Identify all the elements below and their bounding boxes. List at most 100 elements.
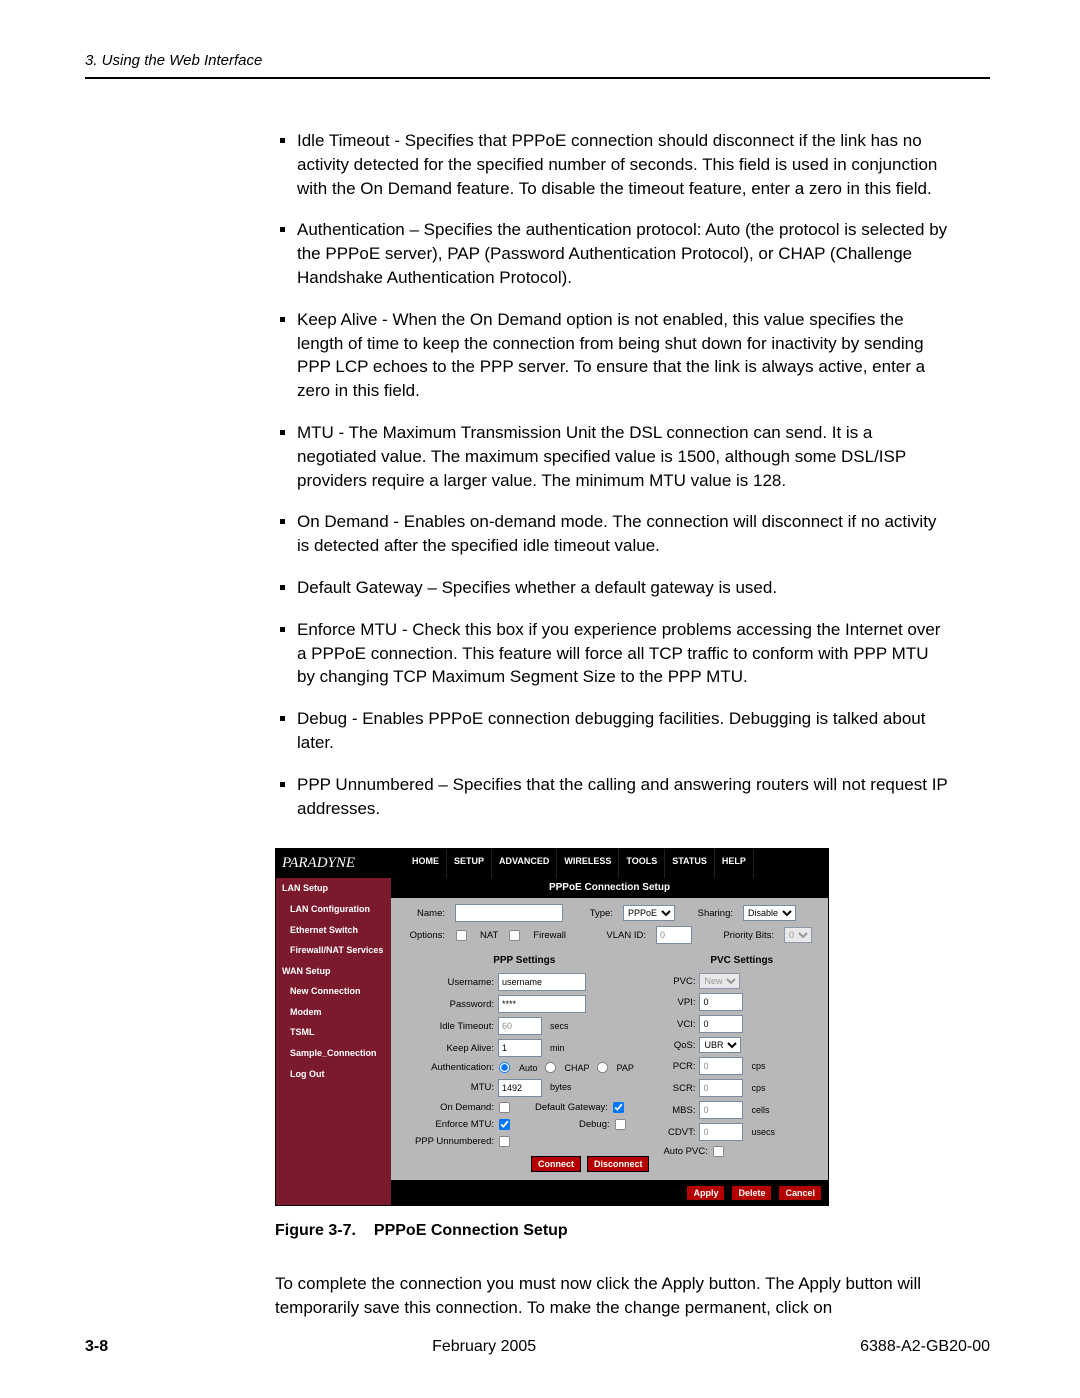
list-item: Enforce MTU - Check this box if you expe… [297,618,950,689]
figure-number: Figure 3-7. [275,1222,356,1239]
mtu-label: MTU: [399,1081,494,1094]
autopvc-checkbox[interactable] [713,1146,724,1157]
sharing-label: Sharing: [685,907,733,920]
sidebar-item-firewall-nat[interactable]: Firewall/NAT Services [276,940,391,961]
ppp-unnumbered-checkbox[interactable] [499,1136,510,1147]
mbs-label: MBS: [663,1104,695,1117]
mtu-input[interactable] [498,1079,542,1097]
qos-select[interactable]: UBR [699,1037,741,1053]
vlan-label: VLAN ID: [596,929,646,942]
figure-title: PPPoE Connection Setup [374,1222,568,1239]
sidebar-head-wan: WAN Setup [276,961,391,982]
enforce-mtu-checkbox[interactable] [499,1119,510,1130]
password-label: Password: [399,998,494,1011]
debug-label: Debug: [579,1118,610,1131]
scr-input[interactable] [699,1079,743,1097]
mbs-input[interactable] [699,1101,743,1119]
tab-setup[interactable]: SETUP [447,849,492,878]
enforce-mtu-label: Enforce MTU: [399,1118,494,1131]
sidebar: LAN Setup LAN Configuration Ethernet Swi… [276,878,391,1204]
auth-auto-radio[interactable] [499,1062,510,1073]
sidebar-item-modem[interactable]: Modem [276,1002,391,1023]
ondemand-checkbox[interactable] [499,1102,510,1113]
running-header: 3. Using the Web Interface [85,50,990,71]
scr-label: SCR: [663,1082,695,1095]
figure-caption: Figure 3-7. PPPoE Connection Setup [275,1220,950,1242]
sidebar-item-sample-conn[interactable]: Sample_Connection [276,1043,391,1064]
tab-tools[interactable]: TOOLS [619,849,665,878]
tab-advanced[interactable]: ADVANCED [492,849,557,878]
name-input[interactable] [455,904,563,922]
tab-wireless[interactable]: WIRELESS [557,849,619,878]
list-item: Debug - Enables PPPoE connection debuggi… [297,707,950,755]
tab-status[interactable]: STATUS [665,849,715,878]
firewall-checkbox[interactable] [509,930,520,941]
pcr-input[interactable] [699,1057,743,1075]
priority-select[interactable]: 0 [784,927,812,943]
footer-date: February 2005 [432,1336,536,1358]
default-gateway-checkbox[interactable] [613,1102,624,1113]
password-input[interactable] [498,995,586,1013]
auth-label: Authentication: [399,1061,494,1074]
vci-input[interactable] [699,1015,743,1033]
delete-button[interactable]: Delete [731,1185,772,1201]
cancel-button[interactable]: Cancel [778,1185,822,1201]
ppp-unnumbered-label: PPP Unnumbered: [399,1135,494,1148]
sidebar-item-lan-config[interactable]: LAN Configuration [276,899,391,920]
sidebar-item-tsml[interactable]: TSML [276,1022,391,1043]
list-item: Authentication – Specifies the authentic… [297,218,950,289]
cdvt-label: CDVT: [663,1126,695,1139]
pvc-settings-title: PVC Settings [663,954,820,968]
list-item: Default Gateway – Specifies whether a de… [297,576,950,600]
sidebar-item-eth-switch[interactable]: Ethernet Switch [276,920,391,941]
header-rule [85,77,990,79]
nat-checkbox[interactable] [456,930,467,941]
name-label: Name: [399,907,445,920]
apply-button[interactable]: Apply [686,1185,725,1201]
vpi-input[interactable] [699,993,743,1011]
idle-unit: secs [550,1020,569,1033]
sidebar-item-logout[interactable]: Log Out [276,1064,391,1085]
sharing-select[interactable]: Disable [743,905,796,921]
sidebar-head-lan: LAN Setup [276,878,391,899]
type-select[interactable]: PPPoE [623,905,675,921]
screenshot-pppoe-setup: PARADYNE HOME SETUP ADVANCED WIRELESS TO… [275,848,829,1205]
keep-label: Keep Alive: [399,1042,494,1055]
nat-text: NAT [480,929,498,942]
connect-button[interactable]: Connect [531,1156,581,1172]
mbs-unit: cells [751,1104,769,1117]
pvc-select[interactable]: New [699,973,740,989]
auth-pap-radio[interactable] [597,1062,608,1073]
tab-home[interactable]: HOME [405,849,447,878]
sidebar-item-new-conn[interactable]: New Connection [276,981,391,1002]
username-input[interactable] [498,973,586,991]
default-gateway-label: Default Gateway: [535,1101,608,1114]
page-title: PPPoE Connection Setup [391,878,828,898]
disconnect-button[interactable]: Disconnect [587,1156,650,1172]
brand-logo: PARADYNE [276,849,405,878]
tab-help[interactable]: HELP [715,849,754,878]
page-footer: 3-8 February 2005 6388-A2-GB20-00 [85,1336,990,1358]
ppp-settings-title: PPP Settings [399,954,649,968]
auth-pap-text: PAP [617,1062,634,1075]
qos-label: QoS: [663,1039,695,1052]
idle-input[interactable] [498,1017,542,1035]
type-label: Type: [573,907,613,920]
pvc-label: PVC: [663,975,695,988]
page-number: 3-8 [85,1336,108,1358]
keep-input[interactable] [498,1039,542,1057]
vpi-label: VPI: [663,996,695,1009]
list-item: Keep Alive - When the On Demand option i… [297,308,950,403]
cdvt-input[interactable] [699,1123,743,1141]
pcr-unit: cps [751,1060,765,1073]
closing-paragraph: To complete the connection you must now … [275,1272,950,1320]
vci-label: VCI: [663,1018,695,1031]
pcr-label: PCR: [663,1060,695,1073]
list-item: MTU - The Maximum Transmission Unit the … [297,421,950,492]
keep-unit: min [550,1042,565,1055]
auth-chap-radio[interactable] [544,1062,555,1073]
debug-checkbox[interactable] [615,1119,626,1130]
list-item: PPP Unnumbered – Specifies that the call… [297,773,950,821]
priority-label: Priority Bits: [714,929,774,942]
vlan-input[interactable] [656,926,692,944]
